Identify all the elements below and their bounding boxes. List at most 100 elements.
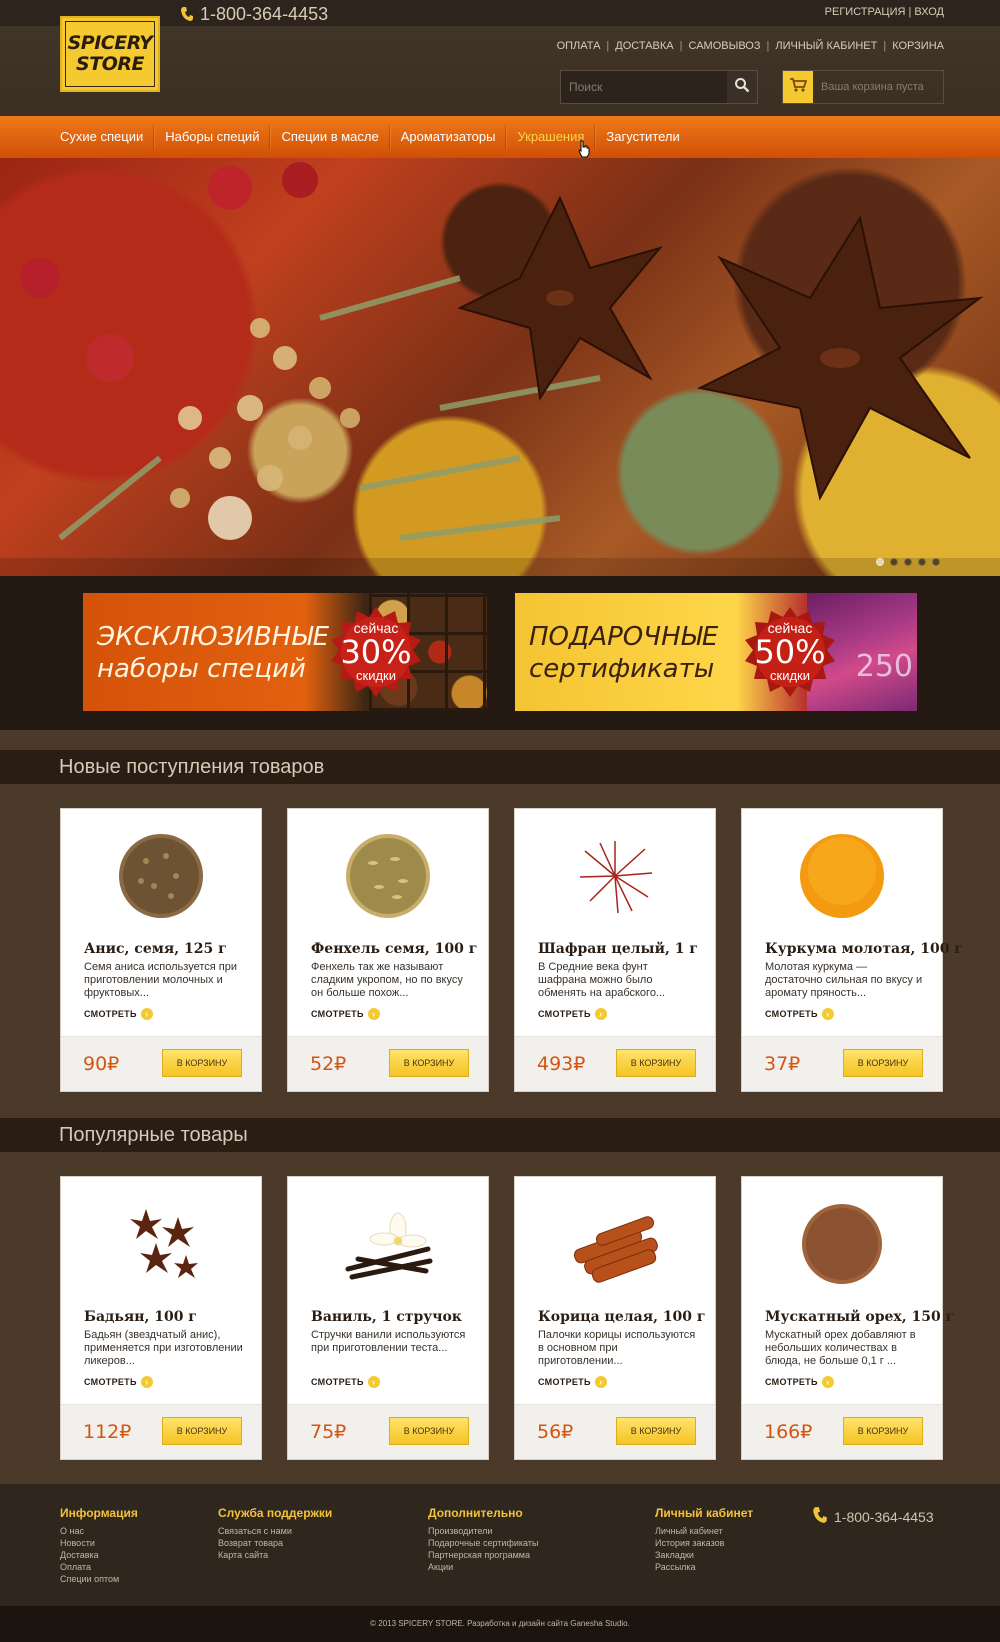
register-link[interactable]: РЕГИСТРАЦИЯ [825,6,906,18]
promo-title: ПОДАРОЧНЫЕ сертификаты [529,621,718,685]
product-card[interactable]: Анис, семя, 125 г Семя аниса используетс… [60,808,262,1092]
footer-link[interactable]: Партнерская программа [428,1549,538,1561]
product-name[interactable]: Шафран целый, 1 г [538,941,713,957]
card-footer: 75₽ В КОРЗИНУ [288,1404,488,1459]
product-card[interactable]: Ваниль, 1 стручок Стручки ванили использ… [287,1176,489,1460]
footer-link[interactable]: Оплата [60,1561,138,1573]
nav-item-spices-in-oil[interactable]: Специи в масле [270,125,390,149]
copyright: © 2013 SPICERY STORE. Разработка и дизай… [0,1606,1000,1642]
promo-title: ЭКСКЛЮЗИВНЫЕ наборы специй [97,621,329,685]
add-to-cart-button[interactable]: В КОРЗИНУ [616,1417,696,1445]
nav-item-flavorings[interactable]: Ароматизаторы [389,125,507,149]
product-price: 112₽ [83,1421,132,1443]
arrow-right-icon: › [140,1008,153,1020]
footer-link[interactable]: Рассылка [655,1561,753,1573]
view-more-link[interactable]: СМОТРЕТЬ › [84,1008,153,1020]
view-more-link[interactable]: СМОТРЕТЬ › [311,1008,380,1020]
view-more-link[interactable]: СМОТРЕТЬ › [538,1008,607,1020]
add-to-cart-button[interactable]: В КОРЗИНУ [389,1417,469,1445]
view-more-link[interactable]: СМОТРЕТЬ › [765,1376,834,1388]
footer-link[interactable]: Карта сайта [218,1549,332,1561]
footer-phone: 1-800-364-4453 [812,1506,934,1527]
top-menu-account[interactable]: ЛИЧНЫЙ КАБИНЕТ [775,40,877,52]
nav-item-thickeners[interactable]: Загустители [595,125,689,149]
top-menu-payment[interactable]: ОПЛАТА [557,40,601,52]
footer-link[interactable]: Подарочные сертификаты [428,1537,538,1549]
product-name[interactable]: Ваниль, 1 стручок [311,1309,486,1325]
product-name[interactable]: Фенхель семя, 100 г [311,941,486,957]
view-more-link[interactable]: СМОТРЕТЬ › [311,1376,380,1388]
product-name[interactable]: Куркума молотая, 100 г [765,941,963,957]
footer-link[interactable]: Возврат товара [218,1537,332,1549]
login-link[interactable]: ВХОД [914,6,944,18]
view-more-link[interactable]: СМОТРЕТЬ › [538,1376,607,1388]
footer-link[interactable]: Акции [428,1561,538,1573]
search-input[interactable] [561,71,727,103]
product-card[interactable]: Бадьян, 100 г Бадьян (звездчатый анис), … [60,1176,262,1460]
logo-line-1: SPICERY [67,32,153,54]
product-price: 75₽ [310,1421,347,1443]
footer-link[interactable]: Производители [428,1525,538,1537]
seal-value: 30% [340,633,412,671]
view-more-link[interactable]: СМОТРЕТЬ › [84,1376,153,1388]
slider-dot[interactable] [932,558,940,566]
slider-dot[interactable] [890,558,898,566]
nav-item-spice-sets[interactable]: Наборы специй [154,125,271,149]
seal-bottom: скидки [770,668,810,683]
product-card[interactable]: Фенхель семя, 100 г Фенхель так же назыв… [287,808,489,1092]
promo-spice-sets[interactable]: ЭКСКЛЮЗИВНЫЕ наборы специй сейчас 30% ск… [83,593,487,711]
slider-dot[interactable] [876,558,884,566]
logo[interactable]: SPICERY STORE [60,16,160,92]
footer-link[interactable]: Личный кабинет [655,1525,753,1537]
footer-link[interactable]: Специи оптом [60,1573,138,1585]
slider-dot[interactable] [904,558,912,566]
add-to-cart-button[interactable]: В КОРЗИНУ [843,1049,923,1077]
hero-slider[interactable] [0,158,1000,576]
product-name[interactable]: Корица целая, 100 г [538,1309,713,1325]
search-button[interactable] [727,71,757,103]
top-menu-pickup[interactable]: САМОВЫВОЗ [689,40,761,52]
fennel-seed-image [338,831,438,921]
menu-separator: | [606,40,610,52]
seal-bottom: скидки [356,668,396,683]
star-anise-image [111,1199,211,1289]
product-description: Бадьян (звездчатый анис), применяется пр… [84,1329,243,1367]
view-more-label: СМОТРЕТЬ [538,1377,591,1387]
product-description: Стручки ванили используются при приготов… [311,1329,466,1354]
auth-links: РЕГИСТРАЦИЯ | ВХОД [825,6,944,18]
footer-link[interactable]: Доставка [60,1549,138,1561]
add-to-cart-button[interactable]: В КОРЗИНУ [616,1049,696,1077]
slider-dot[interactable] [918,558,926,566]
product-name[interactable]: Мускатный орех, 150 г [765,1309,954,1325]
product-name[interactable]: Анис, семя, 125 г [84,941,259,957]
top-menu-delivery[interactable]: ДОСТАВКА [615,40,673,52]
promo-gift-certificates[interactable]: ПОДАРОЧНЫЕ сертификаты 250 сейчас 50% ск… [515,593,917,711]
footer-link[interactable]: История заказов [655,1537,753,1549]
cart-widget[interactable]: Ваша корзина пуста [782,70,944,104]
view-more-link[interactable]: СМОТРЕТЬ › [765,1008,834,1020]
footer-col-account: Личный кабинет Личный кабинет История за… [655,1506,753,1573]
header-phone: 1-800-364-4453 [180,4,328,24]
footer-col-info: Информация О нас Новости Доставка Оплата… [60,1506,138,1585]
footer-link[interactable]: О нас [60,1525,138,1537]
footer-link[interactable]: Новости [60,1537,138,1549]
product-name[interactable]: Бадьян, 100 г [84,1309,259,1325]
product-card[interactable]: Шафран целый, 1 г В Средние века фунт ша… [514,808,716,1092]
add-to-cart-button[interactable]: В КОРЗИНУ [389,1049,469,1077]
add-to-cart-button[interactable]: В КОРЗИНУ [162,1049,242,1077]
arrow-right-icon: › [367,1376,380,1388]
product-card[interactable]: Корица целая, 100 г Палочки корицы испол… [514,1176,716,1460]
footer-link[interactable]: Связаться с нами [218,1525,332,1537]
product-card[interactable]: Куркума молотая, 100 г Молотая куркума —… [741,808,963,1092]
product-card[interactable]: Мускатный орех, 150 г Мускатный орех доб… [741,1176,954,1460]
nav-item-dry-spices[interactable]: Сухие специи [50,125,155,149]
promo-title-line-2: наборы специй [97,654,306,684]
add-to-cart-button[interactable]: В КОРЗИНУ [162,1417,242,1445]
view-more-label: СМОТРЕТЬ [765,1377,818,1387]
footer-link[interactable]: Закладки [655,1549,753,1561]
add-to-cart-button[interactable]: В КОРЗИНУ [843,1417,923,1445]
top-menu-cart[interactable]: КОРЗИНА [892,40,944,52]
product-price: 52₽ [310,1053,347,1075]
card-footer: 56₽ В КОРЗИНУ [515,1404,715,1459]
arrow-right-icon: › [367,1008,380,1020]
